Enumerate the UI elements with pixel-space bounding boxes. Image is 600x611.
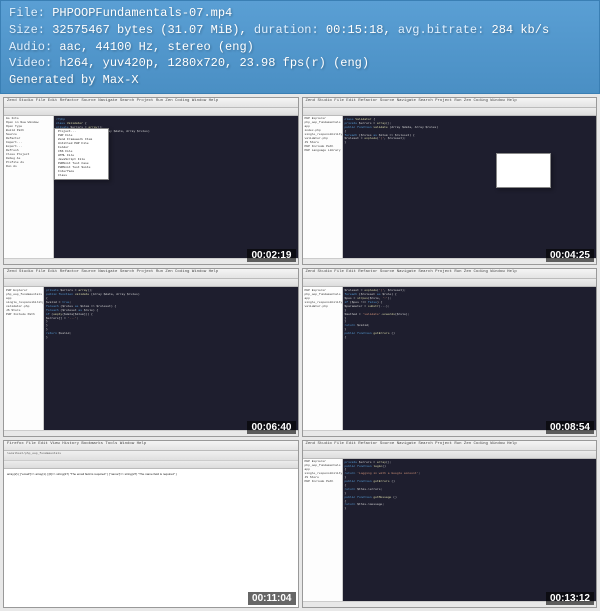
- duration-label: duration:: [254, 23, 319, 37]
- code-editor[interactable]: class Validator { private $errors = arra…: [343, 116, 597, 258]
- video-value: h264, yuv420p, 1280x720, 23.98 fps(r) (e…: [59, 56, 369, 70]
- file-label: File:: [9, 6, 45, 20]
- toolbar[interactable]: [303, 451, 597, 459]
- audio-value: aac, 44100 Hz, stereo (eng): [59, 40, 253, 54]
- toolbar[interactable]: [4, 108, 298, 116]
- thumbnail-4: Zend Studio File Edit Refactor Source Na…: [302, 268, 598, 436]
- size-label: Size:: [9, 23, 45, 37]
- project-explorer[interactable]: PHP Explorer php_oop_fundamentals app si…: [303, 459, 343, 601]
- url-bar[interactable]: localhost/php_oop_fundamentals: [7, 452, 61, 455]
- tooltip-popup: [496, 153, 551, 188]
- project-explorer[interactable]: PHP Explorer php_oop_fundamentals app si…: [4, 287, 44, 429]
- project-explorer[interactable]: PHP Explorer php_oop_fundamentals app in…: [303, 116, 343, 258]
- project-explorer[interactable]: PHP Explorer php_oop_fundamentals app si…: [303, 287, 343, 429]
- thumbnail-grid: Zend Studio File Edit Refactor Source Na…: [0, 94, 600, 611]
- thumbnail-1: Zend Studio File Edit Refactor Source Na…: [3, 97, 299, 265]
- toolbar[interactable]: [303, 279, 597, 287]
- info-line-video: Video: h264, yuv420p, 1280x720, 23.98 fp…: [9, 55, 591, 72]
- menubar[interactable]: Zend Studio File Edit Refactor Source Na…: [4, 269, 298, 279]
- size-mib: (31.07 MiB): [160, 23, 239, 37]
- bitrate-label: avg.bitrate:: [398, 23, 484, 37]
- timestamp: 00:13:12: [546, 592, 594, 605]
- menu-item[interactable]: Class: [56, 174, 107, 178]
- php-output: array(2) { ["email"]=> array(1) { [0]=> …: [7, 472, 295, 476]
- thumbnail-5: Firefox File Edit View History Bookmarks…: [3, 440, 299, 608]
- toolbar[interactable]: [303, 108, 597, 116]
- code-editor[interactable]: private $errors = array(); public functi…: [343, 459, 597, 601]
- code-editor[interactable]: private $errors = array(); public functi…: [44, 287, 298, 429]
- size-bytes: 32575467 bytes: [52, 23, 153, 37]
- timestamp: 00:11:04: [248, 592, 295, 605]
- menubar[interactable]: Zend Studio File Edit Refactor Source Na…: [303, 98, 597, 108]
- code-editor[interactable]: $ruleset = explode('|', $ruleset); forea…: [343, 287, 597, 429]
- media-info-panel: File: PHPOOPFundamentals-07.mp4 Size: 32…: [0, 0, 600, 94]
- context-item[interactable]: Run As: [5, 165, 52, 169]
- browser-nav[interactable]: localhost/php_oop_fundamentals: [4, 451, 298, 461]
- menubar[interactable]: Zend Studio File Edit Refactor Source Na…: [303, 269, 597, 279]
- video-label: Video:: [9, 56, 52, 70]
- timestamp: 00:02:19: [247, 249, 295, 262]
- new-submenu: Project... PHP File Zend Framework Item …: [54, 128, 109, 180]
- timestamp: 00:08:54: [546, 421, 594, 434]
- thumbnail-3: Zend Studio File Edit Refactor Source Na…: [3, 268, 299, 436]
- generated-by: Generated by Max-X: [9, 73, 139, 87]
- audio-label: Audio:: [9, 40, 52, 54]
- menubar[interactable]: Zend Studio File Edit Refactor Source Na…: [303, 441, 597, 451]
- file-name: PHPOOPFundamentals-07.mp4: [52, 6, 232, 20]
- menubar[interactable]: Zend Studio File Edit Refactor Source Na…: [4, 98, 298, 108]
- info-line-generated: Generated by Max-X: [9, 72, 591, 89]
- context-menu-sidebar: Go Into Open in New Window Open Type Bui…: [4, 116, 54, 258]
- toolbar[interactable]: [4, 279, 298, 287]
- timestamp: 00:04:25: [546, 249, 594, 262]
- browser-menubar[interactable]: Firefox File Edit View History Bookmarks…: [4, 441, 298, 451]
- info-line-audio: Audio: aac, 44100 Hz, stereo (eng): [9, 39, 591, 56]
- browser-toolbar[interactable]: [4, 461, 298, 469]
- timestamp: 00:06:40: [247, 421, 295, 434]
- thumbnail-6: Zend Studio File Edit Refactor Source Na…: [302, 440, 598, 608]
- info-line-file: File: PHPOOPFundamentals-07.mp4: [9, 5, 591, 22]
- browser-viewport: array(2) { ["email"]=> array(1) { [0]=> …: [4, 469, 298, 607]
- bitrate: 284 kb/s: [492, 23, 550, 37]
- thumbnail-2: Zend Studio File Edit Refactor Source Na…: [302, 97, 598, 265]
- duration: 00:15:18: [326, 23, 384, 37]
- info-line-size: Size: 32575467 bytes (31.07 MiB), durati…: [9, 22, 591, 39]
